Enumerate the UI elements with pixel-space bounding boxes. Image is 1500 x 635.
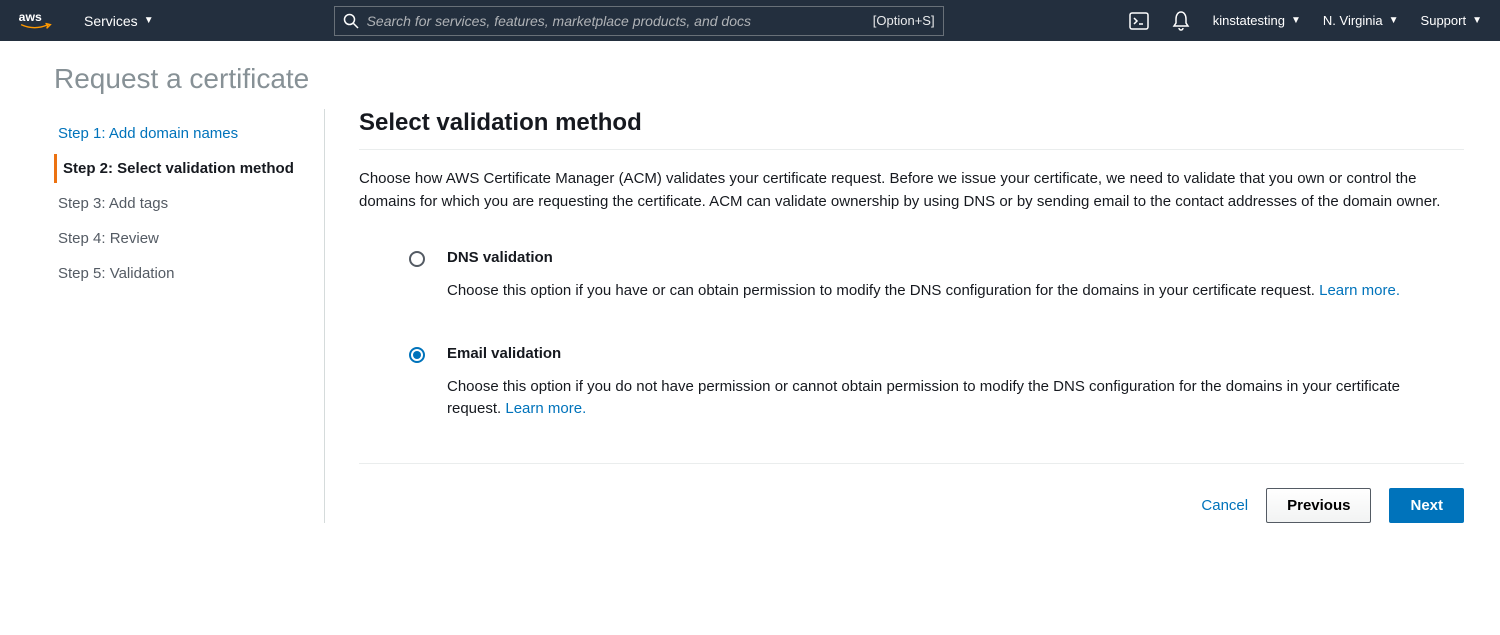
page-title: Request a certificate xyxy=(54,63,1464,95)
wizard-step-4[interactable]: Step 4: Review xyxy=(54,224,314,253)
search-placeholder: Search for services, features, marketpla… xyxy=(367,13,865,29)
wizard-step-5[interactable]: Step 5: Validation xyxy=(54,259,314,288)
learn-more-link[interactable]: Learn more. xyxy=(505,400,586,417)
search-icon xyxy=(343,13,359,29)
wizard-step-1[interactable]: Step 1: Add domain names xyxy=(54,119,314,148)
region-menu[interactable]: N. Virginia ▼ xyxy=(1323,13,1399,28)
caret-down-icon: ▼ xyxy=(1389,15,1399,26)
radio-email[interactable] xyxy=(409,347,427,363)
services-label: Services xyxy=(84,13,138,29)
previous-button[interactable]: Previous xyxy=(1266,488,1371,523)
notifications-icon[interactable] xyxy=(1171,11,1191,31)
cancel-button[interactable]: Cancel xyxy=(1201,497,1248,514)
wizard-steps: Step 1: Add domain names Step 2: Select … xyxy=(54,109,324,523)
svg-text:aws: aws xyxy=(19,10,42,24)
services-menu[interactable]: Services ▼ xyxy=(84,13,154,29)
cloudshell-icon[interactable] xyxy=(1129,11,1149,31)
account-label: kinstatesting xyxy=(1213,13,1285,28)
support-menu[interactable]: Support ▼ xyxy=(1421,13,1482,28)
section-description: Choose how AWS Certificate Manager (ACM)… xyxy=(359,168,1464,213)
option-title: Email validation xyxy=(447,345,1414,362)
option-description: Choose this option if you have or can ob… xyxy=(447,280,1414,303)
radio-dns[interactable] xyxy=(409,251,427,267)
caret-down-icon: ▼ xyxy=(144,15,154,26)
validation-option-email[interactable]: Email validation Choose this option if y… xyxy=(409,345,1414,421)
caret-down-icon: ▼ xyxy=(1291,15,1301,26)
section-title: Select validation method xyxy=(359,109,1464,150)
caret-down-icon: ▼ xyxy=(1472,15,1482,26)
account-menu[interactable]: kinstatesting ▼ xyxy=(1213,13,1301,28)
region-label: N. Virginia xyxy=(1323,13,1383,28)
next-button[interactable]: Next xyxy=(1389,488,1464,523)
global-search[interactable]: Search for services, features, marketpla… xyxy=(334,6,944,36)
aws-logo[interactable]: aws xyxy=(18,10,56,32)
support-label: Support xyxy=(1421,13,1467,28)
validation-option-dns[interactable]: DNS validation Choose this option if you… xyxy=(409,249,1414,303)
top-nav: aws Services ▼ Search for services, feat… xyxy=(0,0,1500,41)
wizard-step-2[interactable]: Step 2: Select validation method xyxy=(54,154,314,183)
wizard-step-3[interactable]: Step 3: Add tags xyxy=(54,189,314,218)
option-description: Choose this option if you do not have pe… xyxy=(447,376,1414,421)
learn-more-link[interactable]: Learn more. xyxy=(1319,282,1400,299)
search-shortcut: [Option+S] xyxy=(873,13,935,28)
option-title: DNS validation xyxy=(447,249,1414,266)
